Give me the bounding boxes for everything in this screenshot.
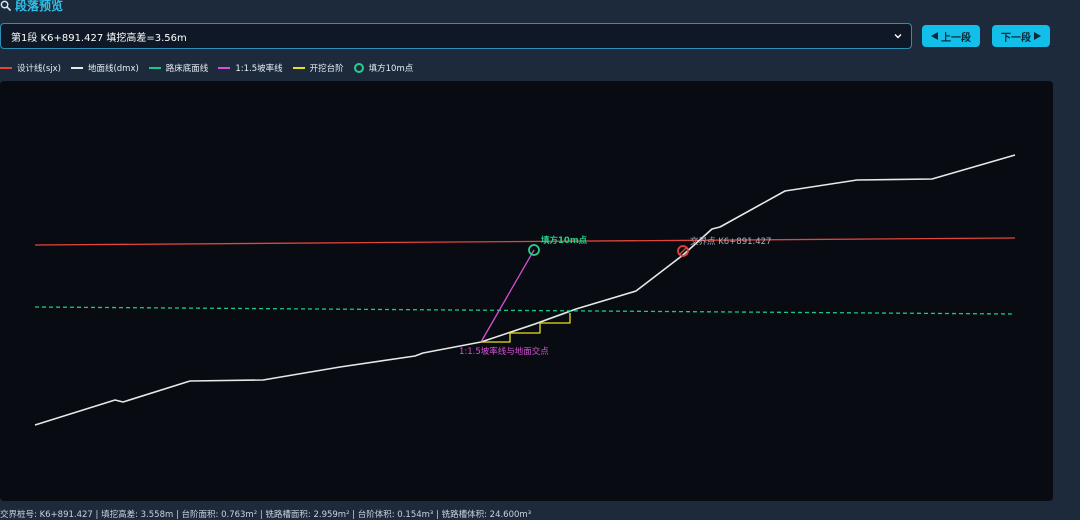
legend-item-ground-line[interactable]: 地面线(dmx): [70, 62, 139, 74]
legend-label: 1:1.5坡率线: [235, 64, 283, 74]
profile-chart: 填方10m点 交界点 K6+891.427 1:1.5坡率线与地面交点: [34, 154, 1016, 426]
legend-swatch: [0, 67, 12, 69]
series-subgrade-line: [34, 306, 1016, 315]
chart-legend: 设计线(sjx) 地面线(dmx) 路床底面线 1:1.5坡率线 开挖台阶 填方…: [0, 60, 413, 76]
triangle-left-icon: [931, 32, 938, 40]
legend-swatch: [148, 67, 161, 69]
legend-item-slope-line[interactable]: 1:1.5坡率线: [218, 62, 283, 74]
legend-item-design-line[interactable]: 设计线(sjx): [0, 62, 61, 74]
legend-label: 填方10m点: [368, 64, 414, 74]
legend-label: 路床底面线: [165, 64, 209, 74]
series-slope-line: [480, 249, 535, 343]
search-icon: [0, 0, 11, 11]
fill-point-label: 填方10m点: [541, 235, 588, 246]
legend-item-subgrade-line[interactable]: 路床底面线: [148, 62, 209, 74]
intersection-label: 交界点 K6+891.427: [690, 236, 771, 247]
chart-panel: 填方10m点 交界点 K6+891.427 1:1.5坡率线与地面交点: [0, 81, 1053, 501]
next-segment-label: 下一段: [1001, 32, 1031, 44]
legend-swatch: [218, 67, 231, 69]
segment-select-value: 第1段 K6+891.427 填挖高差=3.56m: [11, 32, 187, 44]
series-design-line: [34, 237, 1016, 246]
series-ground-line: [34, 154, 1016, 426]
next-segment-button[interactable]: 下一段: [992, 25, 1050, 47]
chevron-down-icon: [894, 34, 902, 39]
triangle-right-icon: [1034, 32, 1041, 40]
legend-swatch: [292, 67, 305, 69]
page-title: 段落预览: [15, 0, 64, 13]
legend-label: 开挖台阶: [309, 64, 344, 74]
footer-summary: 交界桩号: K6+891.427 | 填挖高差: 3.558m | 台阶面积: …: [0, 510, 532, 520]
prev-segment-label: 上一段: [941, 32, 971, 44]
segment-select[interactable]: 第1段 K6+891.427 填挖高差=3.56m: [0, 23, 912, 49]
legend-swatch: [70, 67, 83, 69]
legend-circle-icon: [353, 63, 364, 73]
section-title: 段落预览: [0, 0, 63, 14]
slope-intersection-label: 1:1.5坡率线与地面交点: [459, 346, 549, 357]
legend-label: 设计线(sjx): [17, 64, 61, 74]
legend-item-bench-line[interactable]: 开挖台阶: [292, 62, 344, 74]
prev-segment-button[interactable]: 上一段: [922, 25, 980, 47]
legend-label: 地面线(dmx): [87, 64, 139, 74]
legend-item-fill-point[interactable]: 填方10m点: [353, 62, 414, 74]
